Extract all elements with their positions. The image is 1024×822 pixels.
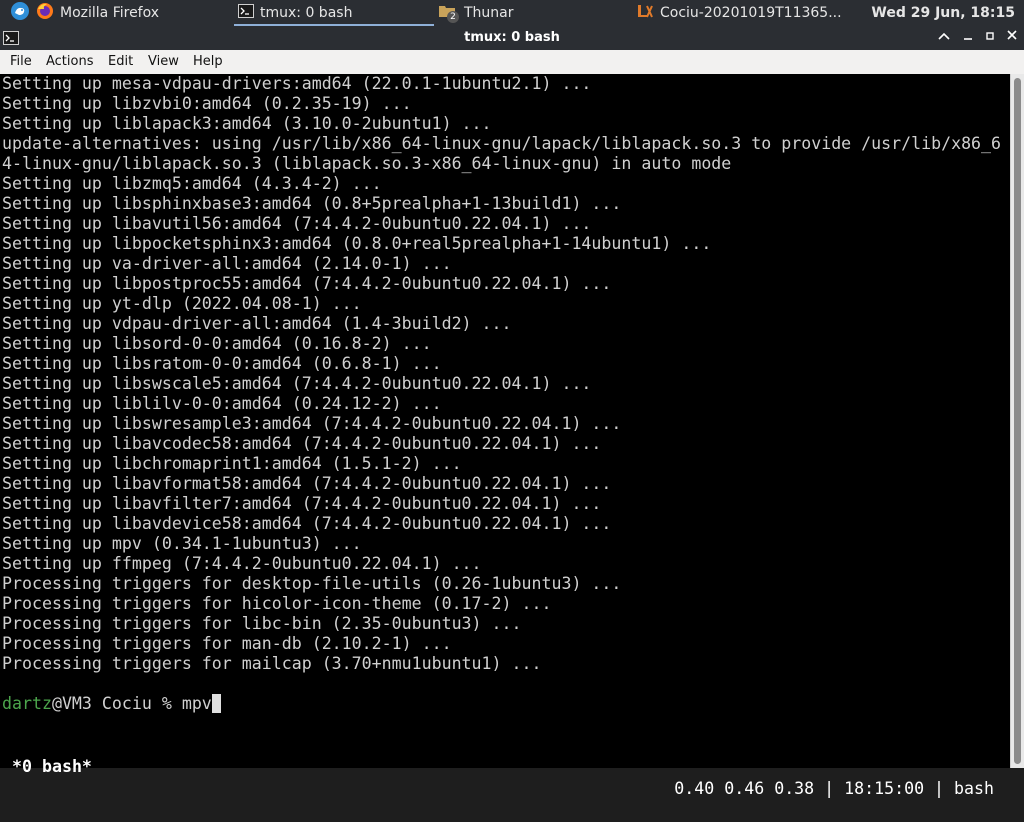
minimize-icon [962, 30, 974, 45]
terminal-line: Processing triggers for desktop-file-uti… [2, 574, 622, 593]
terminal-line: Setting up libsratom-0-0:amd64 (0.6.8-1)… [2, 354, 442, 373]
terminal-line: Setting up libzmq5:amd64 (4.3.4-2) ... [2, 174, 382, 193]
terminal-line: Setting up libswresample3:amd64 (7:4.4.2… [2, 414, 622, 433]
taskbar-item-terminal[interactable]: tmux: 0 bash [238, 0, 352, 26]
prompt-user: dartz [2, 694, 52, 713]
maximize-icon [985, 30, 995, 45]
tmux-status-right: 0.40 0.46 0.38 | 18:15:00 | bash [674, 779, 994, 798]
terminal-icon [238, 4, 254, 22]
menu-file[interactable]: File [10, 50, 32, 74]
terminal-line: Setting up libsphinxbase3:amd64 (0.8+5pr… [2, 194, 622, 213]
taskbar-item-label: tmux: 0 bash [260, 5, 353, 21]
terminal-line: Processing triggers for man-db (2.10.2-1… [2, 634, 452, 653]
terminal-line: Setting up liblapack3:amd64 (3.10.0-2ubu… [2, 114, 492, 133]
terminal-line: Setting up mpv (0.34.1-1ubuntu3) ... [2, 534, 362, 553]
tmux-status-bar: *0 bash* 0.40 0.46 0.38 | 18:15:00 | bas… [0, 734, 1010, 798]
terminal-line: Setting up libavdevice58:amd64 (7:4.4.2-… [2, 514, 612, 533]
taskbar-item-thunar[interactable]: 2 Thunar [438, 0, 514, 26]
window-titlebar[interactable]: tmux: 0 bash [0, 26, 1024, 50]
taskbar-item-firefox[interactable]: Mozilla Firefox [36, 0, 159, 26]
terminal-line: Processing triggers for mailcap (3.70+nm… [2, 654, 542, 673]
window-title: tmux: 0 bash [464, 30, 560, 45]
vertical-scrollbar[interactable] [1010, 74, 1024, 768]
terminal-line: Setting up libswscale5:amd64 (7:4.4.2-0u… [2, 374, 592, 393]
terminal-line: Setting up liblilv-0-0:amd64 (0.24.12-2)… [2, 394, 442, 413]
clock[interactable]: Wed 29 Jun, 18:15 [871, 0, 1015, 26]
terminal-line: Setting up yt-dlp (2022.04.08-1) ... [2, 294, 362, 313]
terminal-output: Setting up mesa-vdpau-drivers:amd64 (22.… [2, 74, 1006, 674]
terminal-line: Setting up libpostproc55:amd64 (7:4.4.2-… [2, 274, 612, 293]
terminal-line: 4-linux-gnu/liblapack.so.3 (liblapack.so… [2, 154, 732, 173]
close-button[interactable] [1002, 28, 1022, 48]
chevron-up-icon [938, 30, 950, 45]
app-menu-icon [10, 1, 30, 25]
terminal-line: Setting up libavformat58:amd64 (7:4.4.2-… [2, 474, 612, 493]
taskbar-item-label: Mozilla Firefox [60, 5, 160, 21]
text-cursor [211, 694, 221, 713]
terminal-line: Setting up vdpau-driver-all:amd64 (1.4-3… [2, 314, 512, 333]
prompt-line[interactable]: dartz@VM3 Cociu % mpv [2, 694, 221, 714]
menu-edit[interactable]: Edit [108, 50, 133, 74]
terminal-line: Setting up libavutil56:amd64 (7:4.4.2-0u… [2, 214, 592, 233]
taskbar-item-label: Thunar [464, 5, 514, 21]
close-icon [1006, 30, 1018, 45]
menu-view[interactable]: View [148, 50, 179, 74]
terminal-line: Setting up libchromaprint1:amd64 (1.5.1-… [2, 454, 462, 473]
menu-actions[interactable]: Actions [46, 50, 94, 74]
terminal-line: update-alternatives: using /usr/lib/x86_… [2, 134, 1002, 153]
shade-button[interactable] [934, 28, 954, 48]
terminal-line: Setting up libpocketsphinx3:amd64 (0.8.0… [2, 234, 712, 253]
terminal-line: Setting up va-driver-all:amd64 (2.14.0-1… [2, 254, 452, 273]
maximize-button[interactable] [980, 28, 1000, 48]
menu-help[interactable]: Help [193, 50, 223, 74]
prompt-host-path: @VM3 Cociu % [51, 694, 182, 713]
terminal-line: Setting up libavfilter7:amd64 (7:4.4.2-0… [2, 494, 602, 513]
terminal-line: Processing triggers for libc-bin (2.35-0… [2, 614, 522, 633]
terminal-line: Setting up ffmpeg (7:4.4.2-0ubuntu0.22.0… [2, 554, 482, 573]
top-panel: Mozilla Firefox tmux: 0 bash 2 Thunar Co… [0, 0, 1024, 26]
firefox-icon [36, 2, 54, 24]
terminal-line: Processing triggers for hicolor-icon-the… [2, 594, 552, 613]
menu-bar: File Actions Edit View Help [0, 50, 1024, 75]
terminal-line: Setting up libsord-0-0:amd64 (0.16.8-2) … [2, 334, 432, 353]
taskbar-item-document[interactable]: Cociu-20201019T11365... [636, 0, 842, 26]
taskbar-item-label: Cociu-20201019T11365... [660, 5, 842, 21]
window-count-badge: 2 [447, 11, 459, 23]
whisker-menu-button[interactable] [10, 0, 30, 26]
document-viewer-icon [636, 3, 654, 23]
command-input[interactable]: mpv [182, 694, 212, 713]
tmux-window-list[interactable]: *0 bash* [12, 756, 92, 778]
terminal-line: Setting up libavcodec58:amd64 (7:4.4.2-0… [2, 434, 602, 453]
terminal-area[interactable]: Setting up mesa-vdpau-drivers:amd64 (22.… [0, 74, 1010, 798]
minimize-button[interactable] [958, 28, 978, 48]
terminal-line: Setting up libzvbi0:amd64 (0.2.35-19) ..… [2, 94, 412, 113]
scrollbar-thumb[interactable] [1014, 78, 1021, 764]
folder-icon: 2 [438, 3, 459, 23]
terminal-line: Setting up mesa-vdpau-drivers:amd64 (22.… [2, 74, 592, 93]
